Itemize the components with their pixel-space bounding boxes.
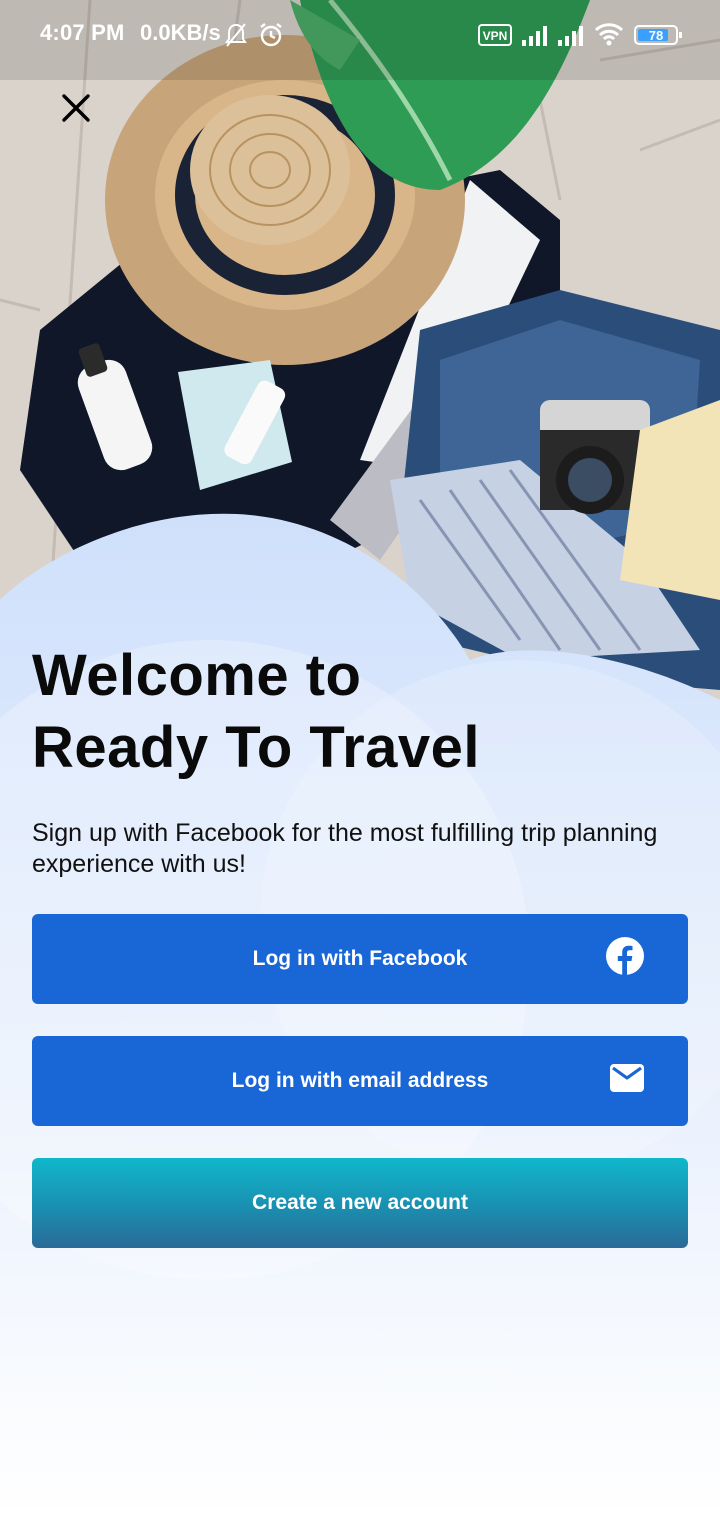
mail-icon: [610, 1064, 644, 1098]
alarm-icon: [258, 22, 284, 53]
status-bar: 4:07 PM 0.0KB/s VPN 78: [0, 0, 720, 70]
facebook-login-button[interactable]: Log in with Facebook: [32, 914, 688, 1004]
battery-icon: 78: [634, 24, 684, 51]
status-time: 4:07 PM: [40, 20, 125, 45]
facebook-icon: [606, 937, 644, 981]
signal-icon: [520, 24, 550, 51]
vpn-icon: VPN: [478, 24, 512, 51]
welcome-subtitle: Sign up with Facebook for the most fulfi…: [32, 819, 658, 878]
welcome-content: Welcome to Ready To Travel Sign up with …: [32, 640, 688, 1248]
mute-bell-icon: [224, 22, 248, 53]
create-account-button[interactable]: Create a new account: [32, 1158, 688, 1248]
welcome-title-line2: Ready To Travel: [32, 715, 481, 780]
facebook-login-label: Log in with Facebook: [252, 947, 468, 970]
wifi-icon: [594, 22, 624, 51]
svg-text:VPN: VPN: [483, 29, 508, 43]
network-speed: 0.0KB/s: [140, 20, 221, 45]
signal-icon: [556, 24, 586, 51]
welcome-title-line1: Welcome to: [32, 643, 362, 708]
close-button[interactable]: [52, 84, 100, 132]
email-login-button[interactable]: Log in with email address: [32, 1036, 688, 1126]
welcome-title: Welcome to Ready To Travel: [32, 640, 688, 784]
email-login-label: Log in with email address: [231, 1069, 489, 1092]
svg-text:78: 78: [649, 28, 663, 43]
close-icon: [62, 94, 90, 122]
create-account-label: Create a new account: [252, 1191, 468, 1214]
